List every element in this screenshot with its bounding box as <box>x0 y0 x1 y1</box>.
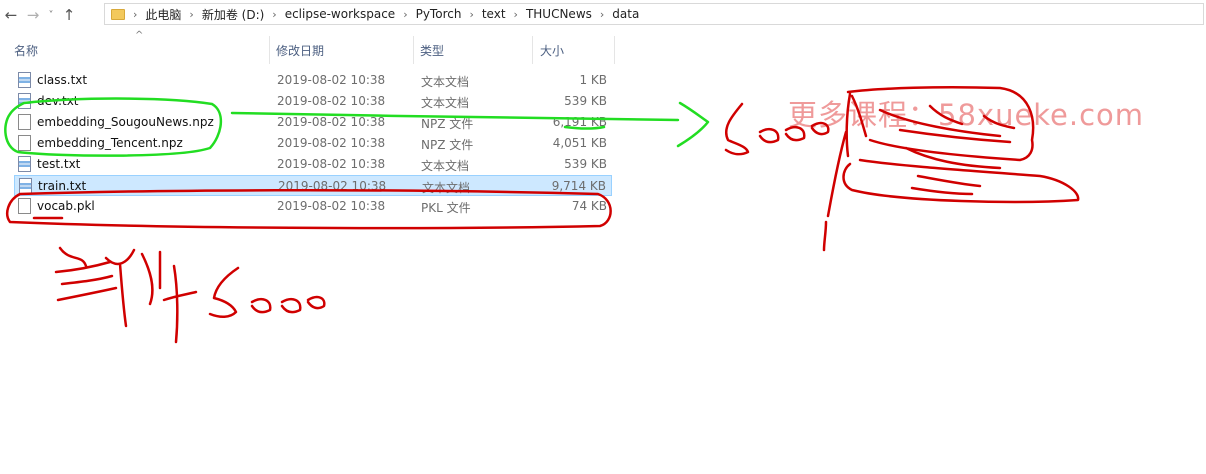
red-scribble-left <box>54 246 198 344</box>
green-underline-annotation <box>563 125 606 130</box>
green-arrow-annotation <box>230 101 710 148</box>
green-ellipse-annotation <box>4 97 222 157</box>
red-scribble-5000-right <box>724 102 830 156</box>
red-scribble-figure-right <box>822 85 1080 252</box>
red-box-annotation <box>6 188 612 230</box>
red-scribble-5000-left <box>208 266 326 318</box>
annotation-ink-layer <box>4 85 1080 344</box>
